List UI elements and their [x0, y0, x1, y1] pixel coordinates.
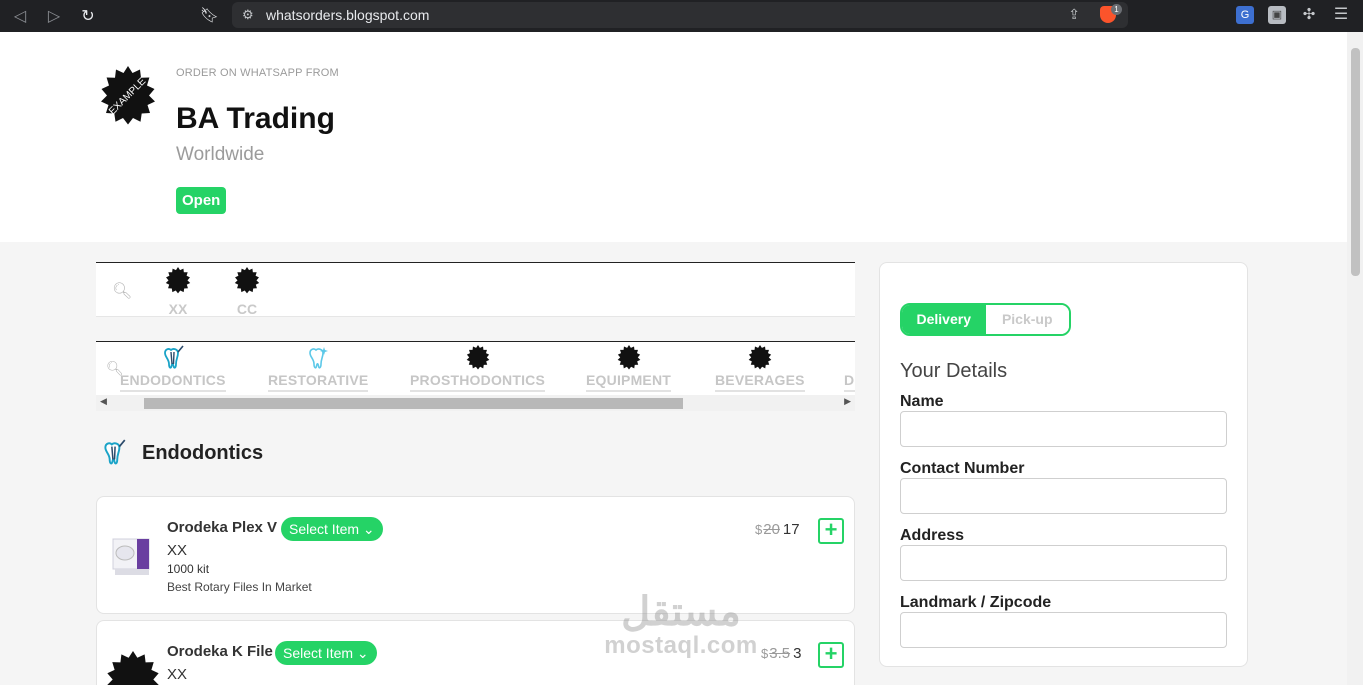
tooth-file-icon: [163, 345, 184, 369]
category-label: RESTORATIVE: [268, 372, 369, 392]
select-item-label: Select Item: [289, 521, 360, 537]
product-card: Orodeka K File Select Item ⌄ XX $3.5 3 +: [96, 620, 855, 685]
category-endodontics[interactable]: ENDODONTICS: [120, 344, 226, 392]
site-settings-icon[interactable]: ⚙: [242, 7, 260, 23]
product-variant: XX: [167, 542, 188, 559]
old-price: 20: [763, 521, 780, 538]
example-badge-icon: [844, 344, 855, 372]
chevron-down-icon: ⌄: [362, 521, 375, 537]
page-scrollbar[interactable]: [1347, 32, 1363, 685]
delivery-option[interactable]: Delivery: [902, 305, 986, 334]
select-item-dropdown[interactable]: Select Item ⌄: [281, 517, 383, 541]
product-name: Orodeka K File: [167, 643, 273, 660]
open-status-badge: Open: [176, 187, 227, 214]
category-equipment[interactable]: EQUIPMENT: [586, 344, 672, 392]
back-icon[interactable]: ◁: [10, 6, 30, 26]
browser-toolbar: ◁ ▷ ↻ 🔖︎ ⚙ whatsorders.blogspot.com ⇪ 1 …: [0, 0, 1363, 32]
forward-icon[interactable]: ▷: [44, 6, 64, 26]
category-label: EQUIPMENT: [586, 372, 672, 392]
category-label: ENDODONTICS: [120, 372, 226, 392]
add-to-cart-button[interactable]: +: [818, 642, 844, 668]
page-scrollbar-thumb[interactable]: [1351, 48, 1360, 276]
category-label: DI: [844, 372, 855, 392]
tag-cc[interactable]: CC: [232, 267, 262, 317]
extensions-icon[interactable]: ✣: [1300, 6, 1318, 24]
product-price: $20 17: [755, 521, 800, 538]
add-to-cart-button[interactable]: +: [818, 518, 844, 544]
tooth-file-icon: [104, 439, 126, 465]
product-quantity: 1000 kit: [167, 562, 210, 576]
details-heading: Your Details: [900, 360, 1008, 382]
category-restorative[interactable]: RESTORATIVE: [268, 344, 369, 392]
scroll-left-arrow[interactable]: ◀: [100, 396, 107, 407]
shop-logo-example-badge: EXAMPLE: [101, 66, 155, 125]
category-beverages[interactable]: BEVERAGES: [715, 344, 805, 392]
search-icon[interactable]: 🔍︎: [112, 281, 132, 301]
product-price: $3.5 3: [761, 645, 801, 662]
landmark-field[interactable]: [900, 612, 1227, 648]
browser-nav: ◁ ▷ ↻: [10, 6, 98, 26]
address-bar[interactable]: ⚙ whatsorders.blogspot.com ⇪ 1: [232, 2, 1128, 28]
scroll-right-arrow[interactable]: ▶: [844, 396, 851, 407]
address-field[interactable]: [900, 545, 1227, 581]
name-field[interactable]: [900, 411, 1227, 447]
contact-number-label: Contact Number: [900, 460, 1025, 477]
select-item-label: Select Item: [283, 645, 354, 661]
product-card: Orodeka Plex V Select Item ⌄ XX 1000 kit…: [96, 496, 855, 614]
landmark-label: Landmark / Zipcode: [900, 594, 1052, 611]
name-label: Name: [900, 393, 944, 410]
pickup-option[interactable]: Pick-up: [985, 305, 1069, 334]
section-header: Endodontics: [100, 434, 263, 472]
product-name: Orodeka Plex V: [167, 519, 278, 536]
product-variant: XX: [167, 666, 188, 683]
share-icon[interactable]: ⇪: [1068, 6, 1080, 23]
category-label: PROSTHODONTICS: [410, 372, 546, 392]
category-scrollbar[interactable]: ◀ ▶: [96, 395, 855, 411]
shields-count-badge: 1: [1111, 4, 1122, 15]
current-price: 3: [793, 645, 802, 662]
translate-extension-icon[interactable]: G: [1236, 6, 1254, 24]
shop-region: Worldwide: [176, 144, 265, 165]
category-prosthodontics[interactable]: PROSTHODONTICS: [410, 344, 546, 392]
reload-icon[interactable]: ↻: [78, 6, 98, 26]
tooth-sparkle-icon: [309, 347, 329, 369]
bookmark-icon[interactable]: 🔖︎: [200, 6, 219, 24]
tag-label: XX: [168, 301, 188, 317]
checkout-panel: Delivery Pick-up Your Details Name Conta…: [879, 262, 1248, 667]
product-image-example-badge: [107, 651, 159, 685]
delivery-mode-toggle: Delivery Pick-up: [900, 303, 1071, 336]
chevron-down-icon: ⌄: [356, 645, 369, 661]
category-label: BEVERAGES: [715, 372, 805, 392]
url-text: whatsorders.blogspot.com: [266, 7, 430, 23]
tag-search-bar: 🔍︎ XX CC: [96, 262, 855, 317]
shop-name: BA Trading: [176, 102, 335, 135]
example-badge-icon: [165, 267, 191, 294]
example-badge-icon: [617, 345, 640, 370]
profile-extension-icon[interactable]: ▣: [1268, 6, 1286, 24]
category-partial[interactable]: DI: [844, 344, 855, 392]
browser-menu-icon[interactable]: ☰: [1332, 6, 1350, 24]
old-price: 3.5: [769, 645, 791, 662]
scrollbar-thumb[interactable]: [144, 398, 683, 409]
example-badge-icon: [234, 267, 260, 294]
example-badge-icon: [748, 345, 772, 370]
tag-label: CC: [236, 301, 258, 317]
shop-header: EXAMPLE ORDER ON WHATSAPP FROM BA Tradin…: [0, 32, 1347, 242]
current-price: 17: [782, 521, 800, 538]
product-description: Best Rotary Files In Market: [167, 580, 312, 594]
currency-symbol: $: [755, 522, 763, 537]
currency-symbol: $: [761, 646, 769, 661]
tag-xx[interactable]: XX: [163, 267, 193, 317]
contact-number-field[interactable]: [900, 478, 1227, 514]
example-badge-icon: [466, 345, 489, 370]
select-item-dropdown[interactable]: Select Item ⌄: [275, 641, 377, 665]
product-image: [112, 538, 150, 575]
page: EXAMPLE ORDER ON WHATSAPP FROM BA Tradin…: [0, 32, 1347, 685]
order-kicker: ORDER ON WHATSAPP FROM: [176, 67, 339, 79]
section-title: Endodontics: [142, 441, 264, 464]
address-label: Address: [900, 527, 965, 544]
